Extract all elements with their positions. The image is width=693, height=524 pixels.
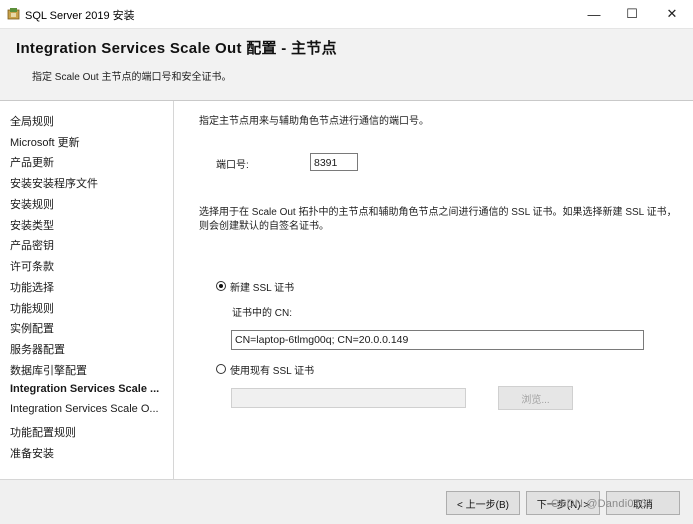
sidebar-item-microsoft-update[interactable]: Microsoft 更新 xyxy=(10,134,168,150)
sidebar-item-feature-configuration-rules[interactable]: 功能配置规则 xyxy=(10,424,168,440)
main-content: 指定主节点用来与辅助角色节点进行通信的端口号。 端口号: 8391 选择用于在 … xyxy=(174,101,693,479)
setup-steps-sidebar: 全局规则 Microsoft 更新 产品更新 安装安装程序文件 安装规则 安装类… xyxy=(0,101,174,479)
page-header: Integration Services Scale Out 配置 - 主节点 … xyxy=(0,29,693,101)
sidebar-item-server-configuration[interactable]: 服务器配置 xyxy=(10,341,168,357)
page-title: Integration Services Scale Out 配置 - 主节点 xyxy=(16,40,337,57)
maximize-button[interactable]: ☐ xyxy=(612,0,652,28)
port-label: 端口号: xyxy=(216,160,249,171)
sidebar-item-license-terms[interactable]: 许可条款 xyxy=(10,258,168,274)
sidebar-item-feature-rules[interactable]: 功能规则 xyxy=(10,300,168,316)
ssl-description: 选择用于在 Scale Out 拓扑中的主节点和辅助角色节点之间进行通信的 SS… xyxy=(199,207,677,232)
page-description: 指定 Scale Out 主节点的端口号和安全证书。 xyxy=(32,72,232,83)
title-bar: SQL Server 2019 安装 — ☐ ✕ xyxy=(0,0,693,29)
sidebar-item-install-rules[interactable]: 安装规则 xyxy=(10,196,168,212)
sidebar-item-ready-to-install[interactable]: 准备安装 xyxy=(10,445,168,461)
sidebar-item-product-updates[interactable]: 产品更新 xyxy=(10,154,168,170)
new-ssl-certificate-label[interactable]: 新建 SSL 证书 xyxy=(230,279,294,294)
sidebar-item-scale-out-worker[interactable]: Integration Services Scale O... xyxy=(10,403,168,415)
new-ssl-certificate-radio[interactable] xyxy=(216,281,226,291)
minimize-button[interactable]: — xyxy=(574,0,614,28)
sidebar-item-scale-out-master[interactable]: Integration Services Scale ... xyxy=(10,383,168,395)
sidebar-item-global-rules[interactable]: 全局规则 xyxy=(10,113,168,129)
port-input[interactable]: 8391 xyxy=(310,153,358,171)
certificate-cn-input[interactable]: CN=laptop-6tlmg00q; CN=20.0.0.149 xyxy=(231,330,644,350)
watermark-text: CSDN @Dandi0707 xyxy=(551,498,653,510)
sql-server-setup-icon xyxy=(7,8,20,20)
sidebar-item-instance-configuration[interactable]: 实例配置 xyxy=(10,320,168,336)
existing-ssl-certificate-label[interactable]: 使用现有 SSL 证书 xyxy=(230,362,314,377)
sidebar-item-install-setup-files[interactable]: 安装安装程序文件 xyxy=(10,175,168,191)
window-title: SQL Server 2019 安装 xyxy=(25,10,135,22)
sidebar-item-feature-selection[interactable]: 功能选择 xyxy=(10,279,168,295)
port-intro-text: 指定主节点用来与辅助角色节点进行通信的端口号。 xyxy=(199,116,429,127)
back-button[interactable]: < 上一步(B) xyxy=(446,491,520,515)
existing-ssl-certificate-radio[interactable] xyxy=(216,364,226,374)
existing-certificate-path-input xyxy=(231,388,466,408)
sidebar-item-product-key[interactable]: 产品密钥 xyxy=(10,237,168,253)
sidebar-item-database-engine-configuration[interactable]: 数据库引擎配置 xyxy=(10,362,168,378)
browse-button: 浏览... xyxy=(498,386,573,410)
close-button[interactable]: ✕ xyxy=(652,0,692,28)
certificate-cn-label: 证书中的 CN: xyxy=(232,308,292,319)
sidebar-item-installation-type[interactable]: 安装类型 xyxy=(10,217,168,233)
